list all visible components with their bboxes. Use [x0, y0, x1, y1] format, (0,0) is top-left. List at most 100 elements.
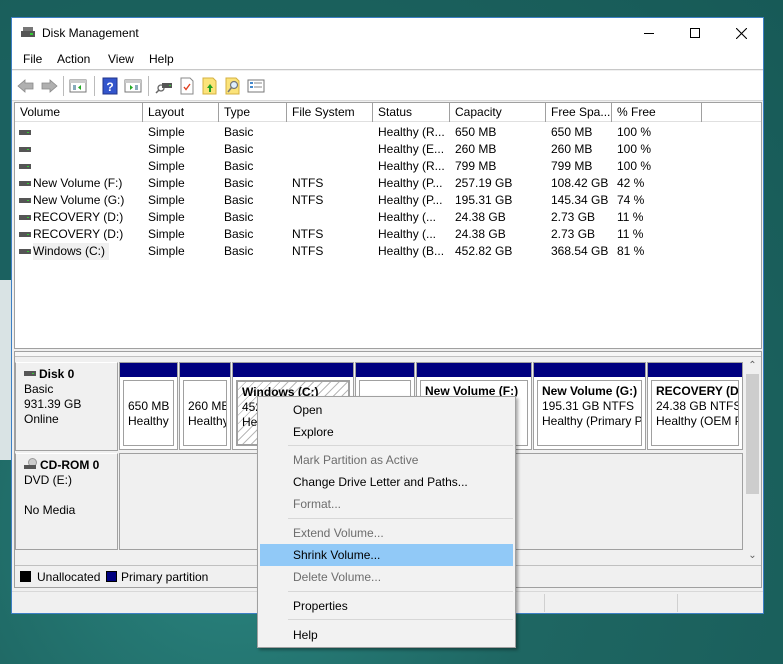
hard-disk-icon	[24, 371, 36, 376]
cell-type: Basic	[224, 125, 254, 139]
menu-item-help[interactable]: Help	[260, 624, 513, 646]
menu-view[interactable]: View	[108, 52, 134, 66]
disk-name: CD-ROM 0	[40, 458, 100, 472]
column-header-status[interactable]: Status	[373, 103, 450, 122]
column-header-percent-free[interactable]: % Free	[612, 103, 702, 122]
folder-up-icon[interactable]	[201, 77, 219, 95]
scroll-up-icon[interactable]: ⌃	[744, 358, 761, 374]
graph-vertical-scrollbar[interactable]: ⌃ ⌄	[744, 358, 761, 564]
menu-item-shrink-volume[interactable]: Shrink Volume...	[260, 544, 513, 566]
menu-file[interactable]: File	[23, 52, 42, 66]
cell-file-system: NTFS	[292, 227, 324, 241]
action-pane-icon[interactable]	[124, 77, 142, 95]
back-arrow-icon[interactable]	[17, 77, 35, 95]
volume-icon	[19, 147, 31, 152]
volume-row[interactable]: Windows (C:) Simple Basic NTFS Healthy (B...…	[15, 243, 761, 260]
cell-capacity: 650 MB	[455, 125, 497, 139]
volume-list-header: Volume Layout Type File System Status Ca…	[15, 103, 761, 122]
cell-layout: Simple	[148, 142, 185, 156]
toolbar-separator	[63, 76, 64, 96]
folder-search-icon[interactable]	[224, 77, 242, 95]
column-header-layout[interactable]: Layout	[143, 103, 219, 122]
cell-volume: RECOVERY (D:)	[33, 227, 124, 241]
connect-icon[interactable]	[155, 77, 173, 95]
column-header-volume[interactable]: Volume	[15, 103, 143, 122]
legend-label-unallocated: Unallocated	[37, 570, 101, 584]
disk-management-app-icon	[21, 27, 35, 39]
primary-partition-bar	[417, 363, 531, 377]
cell-percent-free: 100 %	[617, 125, 652, 139]
scrollbar-thumb[interactable]	[746, 374, 759, 494]
menu-item-properties[interactable]: Properties	[260, 595, 513, 617]
menu-item-change-drive-letter-and-paths[interactable]: Change Drive Letter and Paths...	[260, 471, 513, 493]
cell-percent-free: 11 %	[617, 227, 644, 241]
cell-percent-free: 100 %	[617, 142, 652, 156]
column-header-file-system[interactable]: File System	[287, 103, 373, 122]
disk-type: DVD (E:)	[24, 473, 72, 487]
partition-title: RECOVERY (D:	[656, 384, 739, 398]
cell-type: Basic	[224, 142, 254, 156]
volume-row[interactable]: New Volume (G:) Simple Basic NTFS Healthy (P…	[15, 192, 761, 209]
volume-row[interactable]: Simple Basic Healthy (E... 260 MB 260 MB 100 …	[15, 141, 761, 158]
menu-help[interactable]: Help	[149, 52, 174, 66]
close-icon	[735, 27, 747, 39]
volume-row[interactable]: RECOVERY (D:) Simple Basic Healthy (... 24.3…	[15, 209, 761, 226]
volume-row[interactable]: Simple Basic Healthy (R... 799 MB 799 MB 100 …	[15, 158, 761, 175]
partition-block[interactable]: 650 MB Healthy	[119, 362, 178, 450]
disk-name: Disk 0	[39, 367, 75, 381]
cell-type: Basic	[224, 159, 254, 173]
partition-body: 260 MB Healthy	[183, 380, 227, 446]
cdrom-0-label[interactable]: CD-ROM 0 DVD (E:) No Media	[15, 453, 118, 550]
volume-icon	[19, 198, 31, 203]
menu-item-explore[interactable]: Explore	[260, 421, 513, 443]
status-separator	[544, 594, 545, 612]
cell-layout: Simple	[148, 244, 185, 258]
menu-action[interactable]: Action	[57, 52, 90, 66]
cell-percent-free: 42 %	[617, 176, 645, 190]
disk-size: 931.39 GB	[24, 397, 82, 411]
help-icon[interactable]: ?	[101, 77, 119, 95]
close-button[interactable]	[718, 18, 764, 48]
partition-body: RECOVERY (D: 24.38 GB NTFS Healthy (OEM P	[651, 380, 739, 446]
primary-partition-bar	[233, 363, 353, 377]
cell-capacity: 260 MB	[455, 142, 497, 156]
partition-block[interactable]: New Volume (G:) 195.31 GB NTFS Healthy (Pr…	[533, 362, 646, 450]
volume-icon	[19, 130, 31, 135]
cell-layout: Simple	[148, 227, 185, 241]
cell-type: Basic	[224, 210, 254, 224]
menu-item-open[interactable]: Open	[260, 399, 513, 421]
minimize-button[interactable]	[626, 18, 672, 48]
volume-row[interactable]: RECOVERY (D:) Simple Basic NTFS Healthy (...…	[15, 226, 761, 243]
primary-partition-bar	[648, 363, 742, 377]
volume-row[interactable]: Simple Basic Healthy (R... 650 MB 650 MB 100 …	[15, 124, 761, 141]
checklist-icon[interactable]	[178, 77, 196, 95]
cell-file-system: NTFS	[292, 176, 324, 190]
partition-block[interactable]: RECOVERY (D: 24.38 GB NTFS Healthy (OEM P	[647, 362, 743, 450]
cell-volume: New Volume (G:)	[33, 193, 125, 207]
disk-type: Basic	[24, 382, 54, 396]
cell-free-space: 650 MB	[551, 125, 593, 139]
column-header-type[interactable]: Type	[219, 103, 287, 122]
scroll-down-icon[interactable]: ⌄	[744, 548, 761, 564]
cell-file-system: NTFS	[292, 244, 324, 258]
partition-line2: Healthy (Primary P	[542, 414, 642, 428]
volume-row[interactable]: New Volume (F:) Simple Basic NTFS Healthy (P…	[15, 175, 761, 192]
cell-free-space: 2.73 GB	[551, 210, 596, 224]
pane-splitter[interactable]	[15, 352, 761, 357]
maximize-button[interactable]	[672, 18, 718, 48]
cell-capacity: 24.38 GB	[455, 210, 506, 224]
menu-separator	[288, 445, 513, 446]
cell-capacity: 799 MB	[455, 159, 497, 173]
column-header-capacity[interactable]: Capacity	[450, 103, 546, 122]
disk-0-label[interactable]: Disk 0 Basic 931.39 GB Online	[15, 362, 118, 451]
cell-status: Healthy (...	[378, 227, 437, 241]
properties-list-icon[interactable]	[247, 77, 265, 95]
column-header-free-space[interactable]: Free Spa...	[546, 103, 612, 122]
forward-arrow-icon[interactable]	[40, 77, 58, 95]
menu-separator	[288, 619, 513, 620]
console-tree-icon[interactable]	[69, 77, 87, 95]
column-header-empty	[702, 103, 761, 122]
cd-rom-icon	[24, 458, 38, 470]
partition-block[interactable]: 260 MB Healthy	[179, 362, 231, 450]
cell-status: Healthy (...	[378, 210, 437, 224]
